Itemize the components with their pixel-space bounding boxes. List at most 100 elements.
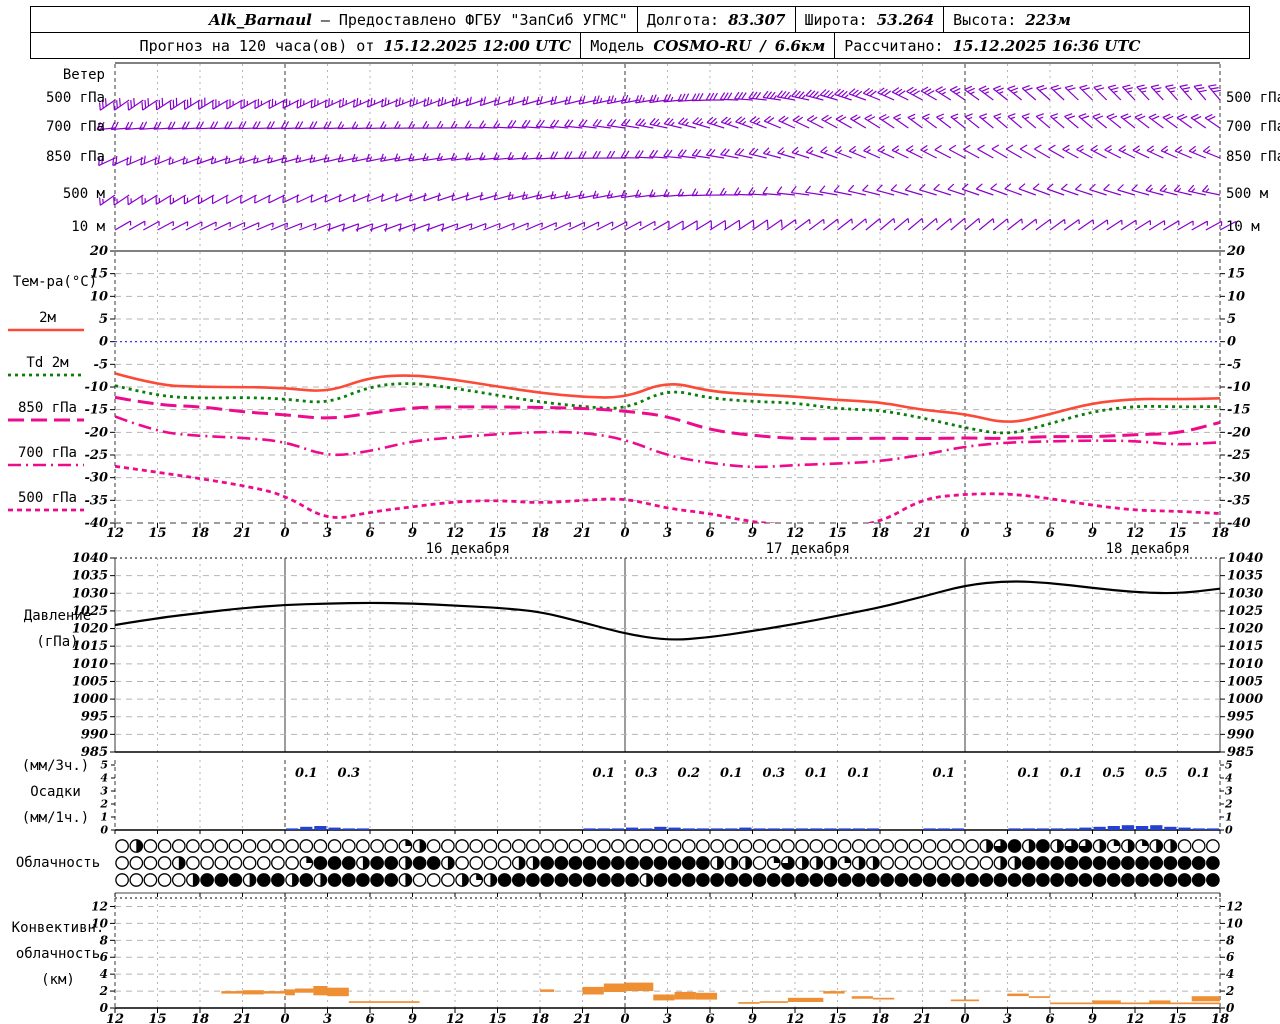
svg-text:-15: -15 <box>1227 403 1251 418</box>
header-line-1: Alk_Barnaul — Предоставлено ФГБУ "ЗапСиб… <box>31 7 1249 32</box>
altitude-value: 223м <box>1025 10 1071 29</box>
altitude-label: Высота: <box>953 10 1017 29</box>
svg-text:-10: -10 <box>85 380 109 395</box>
svg-text:5: 5 <box>1225 759 1233 772</box>
svg-text:1035: 1035 <box>1227 569 1263 584</box>
wind-level-label-10m-right: 10 м <box>1226 219 1260 235</box>
precipitation-panel-title: Осадки <box>30 784 81 800</box>
wind-level-label-500m-left: 500 м <box>62 186 105 202</box>
svg-text:-25: -25 <box>1227 448 1251 463</box>
svg-text:0: 0 <box>960 1012 969 1024</box>
svg-text:0: 0 <box>1225 824 1233 837</box>
svg-text:18: 18 <box>1211 526 1229 541</box>
svg-text:1025: 1025 <box>1227 604 1263 619</box>
svg-text:3: 3 <box>323 1012 332 1024</box>
convective-panel-title-2: облачность <box>15 946 101 962</box>
svg-text:18: 18 <box>1211 1012 1229 1024</box>
legend-label-t500: 500 гПа <box>17 490 77 506</box>
svg-text:12: 12 <box>1126 526 1144 541</box>
svg-text:8: 8 <box>1226 933 1235 947</box>
svg-text:-40: -40 <box>85 516 109 531</box>
calculated-label: Рассчитано: <box>844 36 944 55</box>
provider-label: Предоставлено ФГБУ "ЗапСиб УГМС" <box>338 10 628 29</box>
svg-text:1035: 1035 <box>72 569 108 584</box>
svg-text:1010: 1010 <box>72 657 108 672</box>
svg-text:6: 6 <box>365 526 374 541</box>
svg-text:9: 9 <box>408 526 417 541</box>
longitude-value: 83.307 <box>728 10 786 29</box>
svg-text:0: 0 <box>1227 335 1236 350</box>
svg-text:2: 2 <box>1224 798 1233 811</box>
svg-text:18: 18 <box>871 526 889 541</box>
svg-text:1040: 1040 <box>1227 551 1263 566</box>
wind-panel-title: Ветер <box>62 67 105 83</box>
pressure-panel-units: (гПа) <box>36 634 79 650</box>
svg-text:18: 18 <box>191 1012 209 1024</box>
svg-text:18: 18 <box>871 1012 889 1024</box>
model-label: Модель <box>590 36 645 55</box>
svg-text:0.1: 0.1 <box>932 766 955 781</box>
legend-label-td2m: Td 2м <box>26 355 69 371</box>
latitude-label: Широта: <box>804 10 868 29</box>
svg-text:0: 0 <box>620 526 629 541</box>
station-name: Alk_Barnaul <box>209 10 312 29</box>
svg-text:15: 15 <box>828 1012 846 1024</box>
svg-text:12: 12 <box>446 526 464 541</box>
svg-text:0: 0 <box>960 526 969 541</box>
header: Alk_Barnaul — Предоставлено ФГБУ "ЗапСиб… <box>30 6 1250 59</box>
meteogram-chart: 20 2015 1510 105 50 0-5 -5-10 -10-15 -15-20 -20-2… <box>8 62 1263 1024</box>
svg-text:15: 15 <box>148 1012 166 1024</box>
svg-text:18: 18 <box>531 526 549 541</box>
svg-text:21: 21 <box>912 526 931 541</box>
precipitation-units-3h-label: (мм/3ч.) <box>21 758 90 774</box>
wind-level-label-700hpa-right: 700 гПа <box>1226 119 1280 135</box>
svg-text:9: 9 <box>408 1012 417 1024</box>
svg-text:12: 12 <box>1226 899 1243 913</box>
precipitation-units-1h-label: (мм/1ч.) <box>21 810 90 826</box>
model-name: COSMO-RU <box>653 36 752 55</box>
svg-text:0.3: 0.3 <box>762 766 785 781</box>
svg-text:3: 3 <box>1003 526 1012 541</box>
model-resolution: 6.6км <box>774 36 826 55</box>
svg-text:15: 15 <box>488 1012 506 1024</box>
svg-text:995: 995 <box>81 710 108 725</box>
svg-text:1005: 1005 <box>1227 674 1263 689</box>
svg-text:15: 15 <box>488 526 506 541</box>
svg-text:6: 6 <box>1045 1012 1054 1024</box>
svg-text:3: 3 <box>663 1012 672 1024</box>
svg-text:0.1: 0.1 <box>805 766 828 781</box>
header-separator <box>794 7 796 32</box>
svg-text:990: 990 <box>81 727 108 742</box>
svg-text:3: 3 <box>663 526 672 541</box>
svg-text:10: 10 <box>90 289 108 304</box>
header-separator <box>580 33 582 58</box>
run-time-value: 15.12.2025 12:00 UTC <box>383 36 572 55</box>
svg-text:5: 5 <box>1227 312 1236 327</box>
svg-text:9: 9 <box>748 526 757 541</box>
svg-text:21: 21 <box>572 1012 591 1024</box>
svg-text:0.5: 0.5 <box>1145 766 1168 781</box>
svg-text:6: 6 <box>705 526 714 541</box>
svg-text:0.2: 0.2 <box>677 766 700 781</box>
svg-text:995: 995 <box>1227 710 1254 725</box>
convective-panel-title-1: Конвективн. <box>11 920 105 936</box>
svg-text:12: 12 <box>446 1012 464 1024</box>
svg-text:0: 0 <box>280 526 289 541</box>
wind-level-label-500hpa-left: 500 гПа <box>45 90 105 106</box>
svg-text:0.3: 0.3 <box>337 766 360 781</box>
legend-label-t2m: 2м <box>39 310 56 326</box>
svg-text:0.1: 0.1 <box>1187 766 1210 781</box>
wind-level-label-850hpa-right: 850 гПа <box>1226 149 1280 165</box>
svg-text:-10: -10 <box>1227 380 1251 395</box>
svg-text:-35: -35 <box>1227 493 1251 508</box>
forecast-prefix-label: Прогноз на 120 часа(ов) от <box>139 36 375 55</box>
svg-text:1030: 1030 <box>1227 586 1263 601</box>
svg-text:15: 15 <box>1168 1012 1186 1024</box>
legend-label-t850: 850 гПа <box>17 400 77 416</box>
wind-level-label-700hpa-left: 700 гПа <box>45 119 105 135</box>
svg-text:15: 15 <box>828 526 846 541</box>
meteogram-page: 20 20 15 15 10 10 5 5 0 0 -5 -5 -10 -10 -15 -15 -20 -20 -2… <box>0 0 1280 1024</box>
svg-text:1005: 1005 <box>72 674 108 689</box>
svg-text:1015: 1015 <box>1227 639 1263 654</box>
svg-text:0.3: 0.3 <box>635 766 658 781</box>
